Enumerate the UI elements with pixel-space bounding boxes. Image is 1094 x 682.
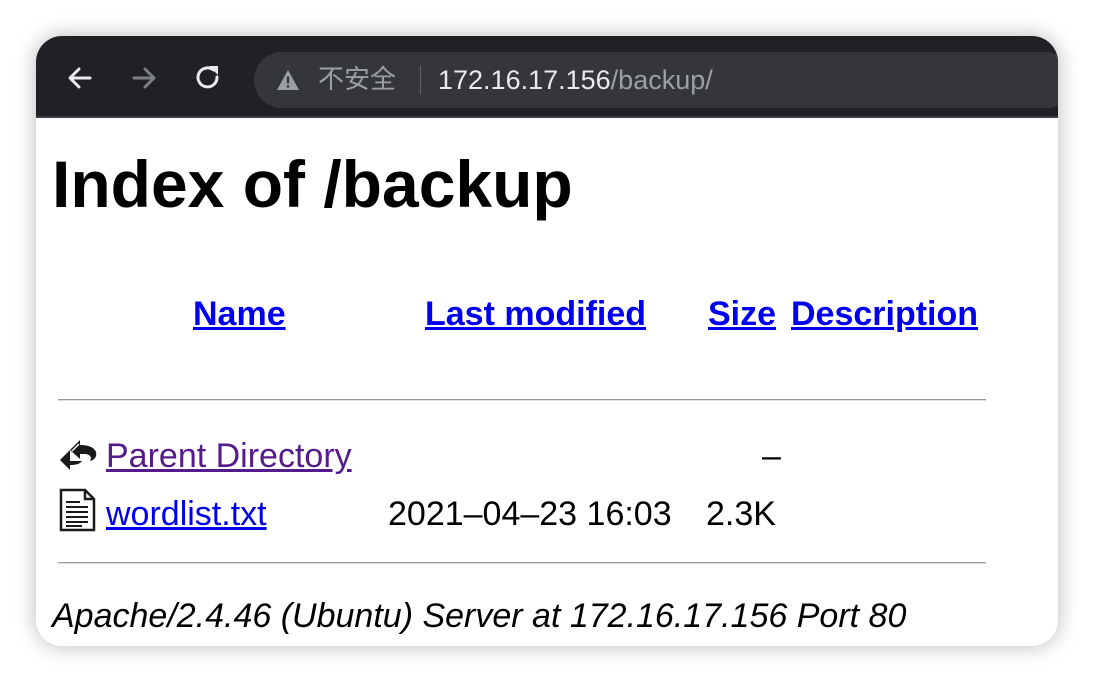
table-row-icon (56, 430, 100, 479)
forward-arrow-icon (132, 67, 156, 89)
page-title: Index of /backup (52, 147, 573, 221)
browser-window: 不安全 172.16.17.156/backup/ Index of /back… (36, 36, 1058, 646)
back-arrow-icon (60, 440, 97, 470)
back-button[interactable] (62, 60, 98, 96)
url-path: /backup/ (610, 65, 713, 95)
file-link-wordlist[interactable]: wordlist.txt (106, 494, 267, 534)
table-cell-size: 2.3K (706, 495, 776, 533)
parent-directory-link[interactable]: Parent Directory (106, 436, 352, 476)
footer-divider (58, 562, 986, 564)
warning-icon (277, 70, 299, 90)
browser-toolbar: 不安全 172.16.17.156/backup/ (36, 36, 1058, 118)
server-signature: Apache/2.4.46 (Ubuntu) Server at 172.16.… (52, 597, 907, 635)
table-cell-size: – (762, 437, 781, 475)
back-arrow-icon (68, 67, 92, 89)
table-cell-last-modified: 2021–04–23 16:03 (388, 495, 672, 533)
column-header-description[interactable]: Description (791, 294, 978, 334)
table-row-icon (58, 488, 98, 537)
column-header-name[interactable]: Name (193, 294, 286, 334)
address-bar[interactable]: 不安全 172.16.17.156/backup/ (254, 52, 1058, 108)
url-text[interactable]: 172.16.17.156/backup/ (438, 64, 713, 96)
column-header-last-modified[interactable]: Last modified (425, 294, 646, 334)
column-header-size[interactable]: Size (708, 294, 776, 334)
forward-button[interactable] (126, 60, 162, 96)
header-divider (58, 399, 986, 401)
address-bar-divider (420, 66, 421, 94)
reload-icon (196, 66, 219, 89)
text-file-icon (59, 488, 96, 532)
url-host: 172.16.17.156 (438, 65, 611, 95)
reload-button[interactable] (190, 60, 226, 96)
security-status-label[interactable]: 不安全 (318, 65, 396, 95)
page-content: Index of /backup Name Last modified Size… (36, 118, 1058, 646)
